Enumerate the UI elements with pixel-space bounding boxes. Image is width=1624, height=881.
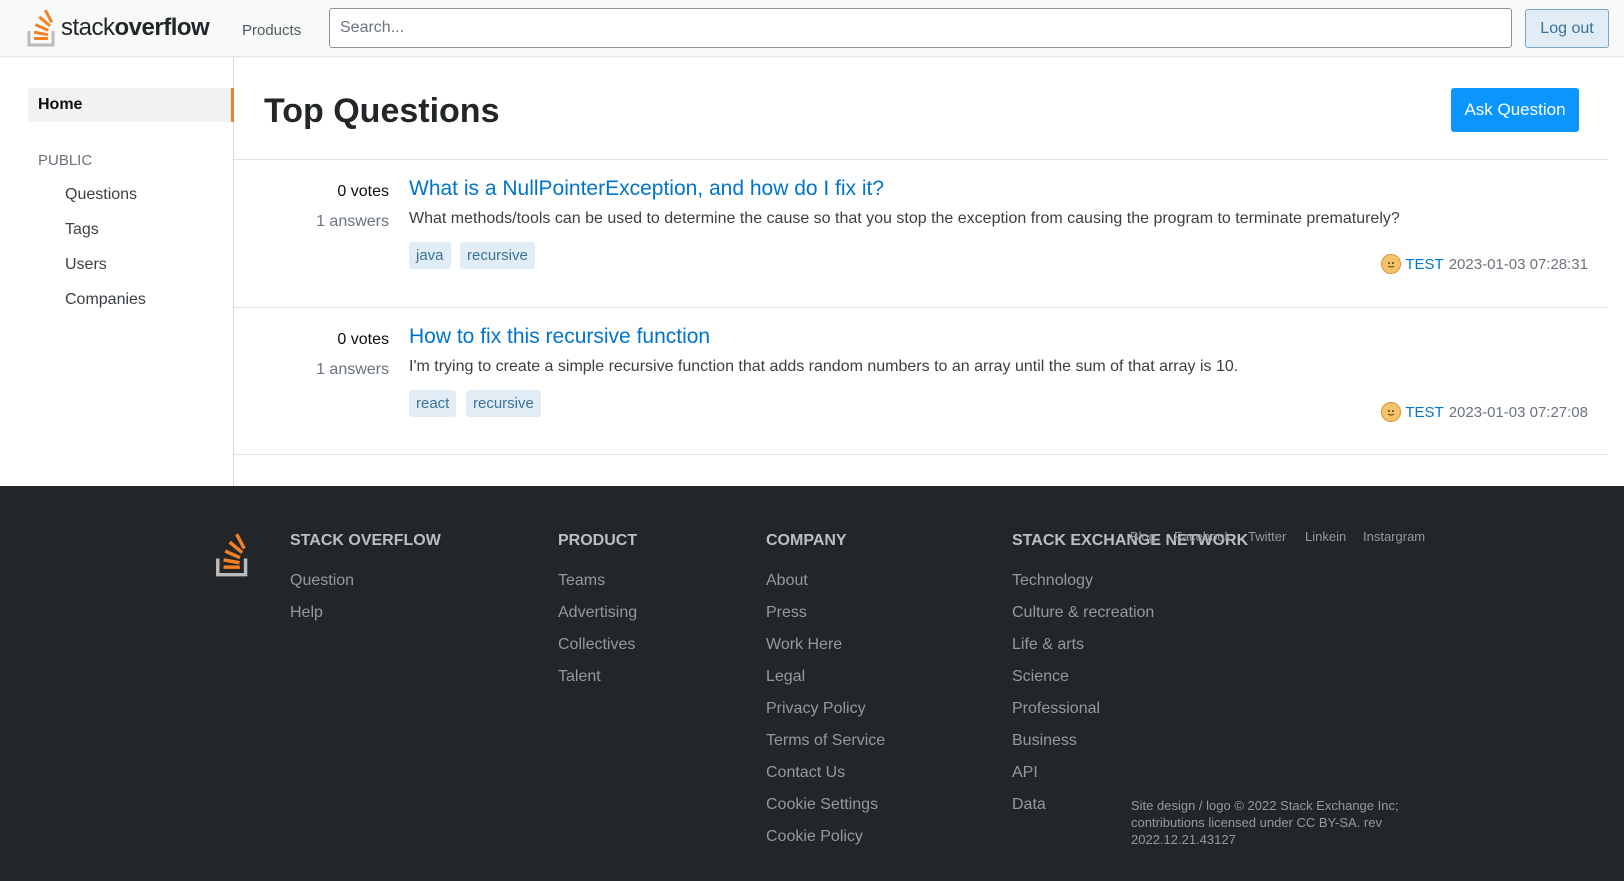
footer-heading-company: COMPANY <box>766 532 847 549</box>
logo-text: stackoverflow <box>61 14 210 42</box>
footer-link-life-arts[interactable]: Life & arts <box>1012 636 1084 654</box>
footer-social-facebook[interactable]: Facebook <box>1174 529 1231 544</box>
sidebar-section-public: PUBLIC <box>38 152 93 169</box>
footer-link-business[interactable]: Business <box>1012 732 1077 750</box>
footer-link-privacy-policy[interactable]: Privacy Policy <box>766 700 866 718</box>
vote-count: 0 votes <box>337 331 389 348</box>
footer-link-culture-recreation[interactable]: Culture & recreation <box>1012 604 1154 622</box>
footer-link-contact-us[interactable]: Contact Us <box>766 764 845 782</box>
footer-heading-product: PRODUCT <box>558 532 638 549</box>
question-title-link[interactable]: What is a NullPointerException, and how … <box>409 177 884 201</box>
sidebar-item-questions[interactable]: Questions <box>65 186 137 204</box>
left-sidebar: Home PUBLIC Questions Tags Users Compani… <box>0 58 234 486</box>
divider <box>234 454 1608 455</box>
footer-link-press[interactable]: Press <box>766 604 807 622</box>
post-date: 2023-01-03 07:27:08 <box>1448 403 1588 421</box>
vote-count: 0 votes <box>337 183 389 200</box>
user-avatar-icon[interactable] <box>1381 402 1402 422</box>
divider <box>234 159 1608 160</box>
logo-text-bold: overflow <box>114 14 210 41</box>
question-title-link[interactable]: How to fix this recursive function <box>409 325 710 349</box>
ask-question-button[interactable]: Ask Question <box>1451 88 1579 132</box>
products-link[interactable]: Products <box>242 22 301 39</box>
footer-link-cookie-settings[interactable]: Cookie Settings <box>766 796 878 814</box>
footer-link-about[interactable]: About <box>766 572 808 590</box>
top-bar: stackoverflow Products Log out <box>0 0 1624 57</box>
footer-link-question[interactable]: Question <box>290 572 354 590</box>
footer-social-twitter[interactable]: Twitter <box>1248 529 1286 544</box>
answer-count: 1 answers <box>316 213 389 230</box>
footer-link-terms-of-service[interactable]: Terms of Service <box>766 732 885 750</box>
sidebar-item-home[interactable]: Home <box>28 88 234 122</box>
author-link[interactable]: TEST <box>1405 404 1443 421</box>
tag-java[interactable]: java <box>409 242 451 269</box>
stackoverflow-logo[interactable]: stackoverflow <box>27 9 210 47</box>
logo-text-regular: stack <box>61 14 115 41</box>
question-excerpt: I'm trying to create a simple recursive … <box>409 358 1239 375</box>
question-meta: TEST 2023-01-03 07:27:08 <box>1381 402 1588 422</box>
footer-heading-stackoverflow: STACK OVERFLOW <box>290 532 441 549</box>
footer-link-work-here[interactable]: Work Here <box>766 636 842 654</box>
footer-link-data[interactable]: Data <box>1012 796 1046 814</box>
sidebar-item-users[interactable]: Users <box>65 256 107 274</box>
author-link[interactable]: TEST <box>1405 256 1443 273</box>
footer-social-blog[interactable]: Blog <box>1130 529 1156 544</box>
footer-link-collectives[interactable]: Collectives <box>558 636 635 654</box>
footer-social-linkedin[interactable]: Linkein <box>1305 529 1346 544</box>
site-footer: STACK OVERFLOW Question Help PRODUCT Tea… <box>0 486 1624 881</box>
footer-social-instagram[interactable]: Instargram <box>1363 529 1425 544</box>
footer-link-cookie-policy[interactable]: Cookie Policy <box>766 828 863 846</box>
logout-button[interactable]: Log out <box>1525 9 1609 48</box>
post-date: 2023-01-03 07:28:31 <box>1448 255 1588 273</box>
footer-link-api[interactable]: API <box>1012 764 1038 782</box>
footer-link-technology[interactable]: Technology <box>1012 572 1093 590</box>
question-excerpt: What methods/tools can be used to determ… <box>409 210 1400 227</box>
question-meta: TEST 2023-01-03 07:28:31 <box>1381 254 1588 274</box>
footer-link-talent[interactable]: Talent <box>558 668 601 686</box>
search-input[interactable] <box>329 8 1512 48</box>
tag-recursive[interactable]: recursive <box>460 242 535 269</box>
footer-link-advertising[interactable]: Advertising <box>558 604 637 622</box>
user-avatar-icon[interactable] <box>1381 254 1402 274</box>
page-title: Top Questions <box>264 92 500 130</box>
footer-copyright: Site design / logo © 2022 Stack Exchange… <box>1131 798 1399 847</box>
sidebar-item-companies[interactable]: Companies <box>65 291 146 309</box>
tag-recursive[interactable]: recursive <box>466 390 541 417</box>
answer-count: 1 answers <box>316 361 389 378</box>
footer-logo-icon[interactable] <box>215 533 253 582</box>
footer-link-teams[interactable]: Teams <box>558 572 605 590</box>
footer-link-professional[interactable]: Professional <box>1012 700 1100 718</box>
footer-link-help[interactable]: Help <box>290 604 323 622</box>
divider <box>234 307 1608 308</box>
footer-link-legal[interactable]: Legal <box>766 668 805 686</box>
footer-link-science[interactable]: Science <box>1012 668 1069 686</box>
tag-react[interactable]: react <box>409 390 457 417</box>
sidebar-item-tags[interactable]: Tags <box>65 221 99 239</box>
stackoverflow-logo-icon <box>27 9 55 47</box>
